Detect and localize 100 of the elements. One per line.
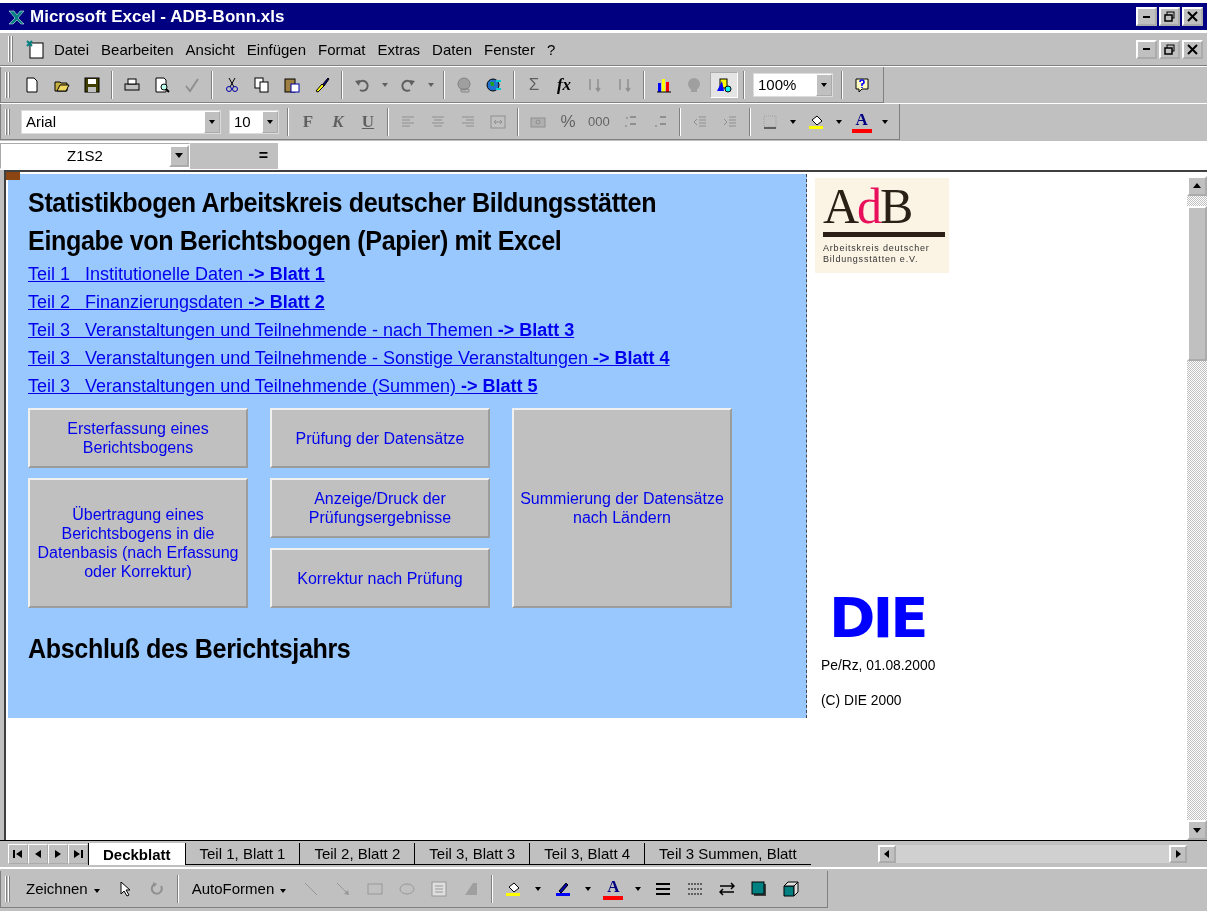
hyperlink-globe-icon [456, 76, 472, 93]
line-icon [303, 880, 320, 897]
horizontal-scrollbar[interactable] [878, 845, 1187, 863]
macro-button[interactable]: Anzeige/Druck der Prüfungsergebnisse [270, 478, 490, 538]
caret-icon [789, 119, 796, 124]
workbook-icon[interactable] [26, 39, 44, 59]
copy-icon [254, 76, 270, 93]
vertical-scrollbar[interactable] [1187, 176, 1207, 840]
restore-button[interactable] [1159, 7, 1180, 26]
toolbar-grip[interactable] [5, 875, 11, 902]
shadow-icon [751, 880, 768, 897]
sheet-tab[interactable]: Teil 3 Summen, Blatt [644, 843, 811, 865]
sheet-heading: Eingabe von Berichtsbogen (Papier) mit Excel [28, 225, 562, 258]
fill-bucket-icon [807, 113, 824, 130]
sheet-link[interactable]: Teil 3 Veranstaltungen und Teilnehmende - nach Themen -> Blatt 3 [28, 316, 575, 344]
sheet-tab[interactable]: Deckblatt [88, 843, 185, 865]
sheet-tab[interactable]: Teil 1, Blatt 1 [184, 843, 300, 865]
macro-button[interactable]: Korrektur nach Prüfung [270, 548, 490, 608]
minimize-button[interactable] [1136, 7, 1157, 26]
font-size-dropdown[interactable]: 10 [229, 109, 279, 134]
caret-icon [585, 886, 592, 891]
printer-icon [124, 76, 140, 93]
font-color-button[interactable]: A [847, 108, 876, 135]
paintbrush-icon [314, 76, 330, 93]
date-note: Pe/Rz, 01.08.2000 [821, 656, 936, 673]
name-box[interactable]: Z1S2 [0, 142, 190, 169]
menu-item[interactable]: Fenster [478, 38, 541, 60]
fill-bucket-icon [505, 880, 522, 897]
globe-arrows-icon [486, 76, 502, 93]
toolbar-grip[interactable] [8, 36, 14, 62]
macro-button[interactable]: Summierung der Datensätze nach Ländern [512, 408, 732, 608]
rectangle-icon [367, 880, 384, 897]
increase-indent-icon [721, 113, 738, 130]
toolbar-grip[interactable] [5, 108, 11, 135]
next-sheet-button[interactable] [48, 844, 68, 864]
wordart-icon [463, 880, 480, 897]
sheet-link[interactable]: Teil 2 Finanzierungsdaten -> Blatt 2 [28, 288, 325, 316]
caret-icon [93, 889, 100, 893]
scroll-left-button[interactable] [878, 845, 896, 863]
rotate-icon [148, 880, 165, 897]
cube-icon [783, 880, 800, 897]
restore-icon [1163, 42, 1176, 56]
help-icon [854, 76, 870, 93]
menu-item[interactable]: Bearbeiten [95, 38, 180, 60]
sheet-heading: Abschluß des Berichtsjahrs [28, 633, 351, 666]
macro-button[interactable]: Ersterfassung eines Berichtsbogens [28, 408, 248, 468]
equals-sign[interactable]: = [258, 146, 278, 165]
scroll-down-button[interactable] [1187, 820, 1207, 840]
arrow-icon [335, 880, 352, 897]
close-button[interactable] [1182, 7, 1203, 26]
menu-item[interactable]: Einfügen [240, 38, 312, 60]
previous-sheet-button[interactable] [28, 844, 48, 864]
sheet-link[interactable]: Teil 3 Veranstaltungen und Teilnehmende - Sonstige Veranstaltungen -> Blatt 4 [28, 344, 670, 372]
caret-icon [209, 119, 215, 124]
toolbar-grip[interactable] [5, 71, 11, 98]
macro-button[interactable]: Prüfung der Datensätze [270, 408, 490, 468]
macro-button[interactable]: Übertragung eines Berichtsbogens in die Datenbasis (nach Erfassung oder Korrektur) [28, 478, 248, 608]
clipboard-icon [284, 76, 300, 93]
print-preview-icon [154, 76, 170, 93]
menu-item[interactable]: Ansicht [179, 38, 241, 60]
caret-icon [382, 82, 388, 87]
first-sheet-icon [12, 848, 24, 860]
minimize-button[interactable] [1136, 39, 1157, 59]
window-title: Microsoft Excel - ADB-Bonn.xls [30, 6, 286, 27]
pen-icon [555, 880, 572, 897]
sheet-link[interactable]: Teil 1 Institutionelle Daten -> Blatt 1 [28, 260, 325, 288]
drawing-shapes-icon [716, 76, 732, 93]
caret-icon [635, 886, 642, 891]
sheet-tab[interactable]: Teil 2, Blatt 2 [299, 843, 415, 865]
sheet-tab[interactable]: Teil 3, Blatt 4 [529, 843, 645, 865]
caret-icon [175, 153, 183, 158]
first-sheet-button[interactable] [8, 844, 28, 864]
menu-item[interactable]: Format [312, 38, 372, 60]
decrease-indent-icon [691, 113, 708, 130]
minimize-icon [1143, 15, 1150, 18]
toolbar-button[interactable] [710, 71, 738, 98]
menu-item[interactable]: Daten [426, 38, 479, 60]
function-button[interactable]: fx [550, 71, 578, 98]
menu-button[interactable]: Zeichnen [19, 875, 107, 902]
sort-descending-icon [616, 76, 632, 93]
scroll-right-button[interactable] [1169, 845, 1187, 863]
caret-icon [881, 119, 888, 124]
scroll-thumb[interactable] [1187, 206, 1207, 361]
sheet-heading: Statistikbogen Arbeitskreis deutscher Bildungsstätten [28, 187, 657, 220]
font-dropdown[interactable]: Arial [21, 109, 221, 134]
menu-item[interactable]: Datei [48, 38, 96, 60]
menu-item[interactable]: Extras [371, 38, 427, 60]
menu-item[interactable]: ? [540, 38, 562, 60]
last-sheet-button[interactable] [68, 844, 88, 864]
scroll-up-button[interactable] [1187, 176, 1207, 196]
font-color-button[interactable]: A [599, 875, 628, 902]
align-left-icon [400, 113, 416, 130]
zoom-dropdown[interactable]: 100% [753, 72, 833, 97]
close-button[interactable] [1182, 39, 1203, 59]
bar-chart-icon [656, 76, 672, 93]
sheet-tab[interactable]: Teil 3, Blatt 3 [414, 843, 530, 865]
restore-button[interactable] [1159, 39, 1180, 59]
sheet-link[interactable]: Teil 3 Veranstaltungen und Teilnehmende (Summen) -> Blatt 5 [28, 372, 538, 400]
menu-button[interactable]: AutoFormen [184, 875, 294, 902]
logo: DIE [829, 588, 926, 648]
